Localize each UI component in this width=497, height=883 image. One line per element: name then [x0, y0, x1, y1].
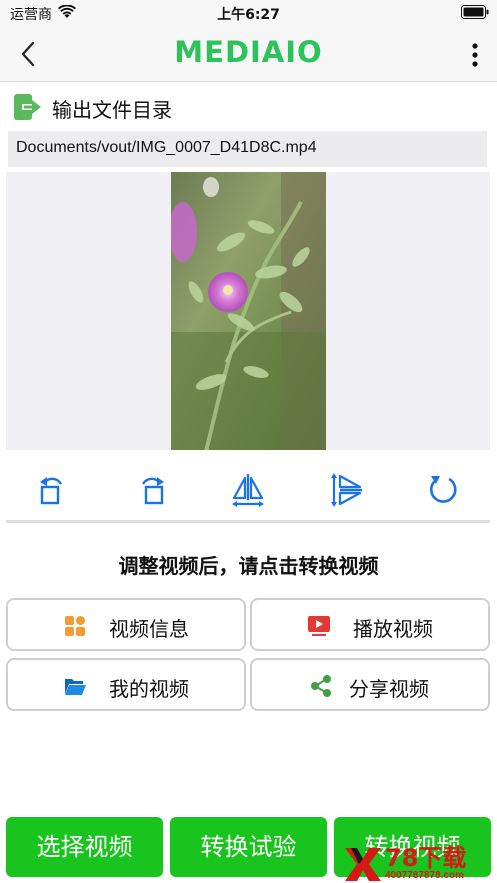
- rotate-left-icon[interactable]: [33, 470, 73, 510]
- output-directory-row[interactable]: 输出文件目录: [12, 92, 482, 122]
- output-path-field: Documents/vout/IMG_0007_D41D8C.mp4: [8, 131, 487, 167]
- export-icon: [14, 94, 41, 120]
- battery-icon: [461, 5, 489, 19]
- watermark-url: 4007787878.com: [385, 870, 464, 881]
- share-video-button[interactable]: 分享视频: [250, 658, 490, 711]
- my-videos-button[interactable]: 我的视频: [6, 658, 246, 711]
- convert-trial-button[interactable]: 转换试验: [170, 817, 327, 877]
- watermark-text: 78下载: [385, 844, 467, 872]
- share-icon: [311, 675, 331, 697]
- video-preview: [6, 172, 490, 450]
- video-info-label: 视频信息: [109, 617, 189, 641]
- section-divider: [6, 520, 490, 523]
- flip-vertical-icon[interactable]: [326, 470, 366, 510]
- instruction-text: 调整视频后，请点击转换视频: [118, 554, 379, 578]
- my-videos-label: 我的视频: [109, 677, 189, 701]
- status-bar: 运营商 上午6:27: [0, 0, 497, 26]
- navigation-bar: MEDIAIO: [0, 26, 497, 82]
- video-thumbnail: [171, 172, 326, 450]
- play-video-label: 播放视频: [353, 617, 433, 641]
- watermark-logo: 78下载 4007787878.com: [343, 846, 497, 883]
- play-video-icon: [308, 616, 330, 636]
- flip-horizontal-icon[interactable]: [228, 470, 268, 510]
- grid-icon: [65, 616, 85, 636]
- folder-open-icon: [65, 679, 86, 695]
- app-title: MEDIAIO: [174, 35, 323, 69]
- reset-icon[interactable]: [423, 470, 463, 510]
- output-directory-label: 输出文件目录: [52, 98, 172, 122]
- play-video-button[interactable]: 播放视频: [250, 598, 490, 651]
- watermark-x-icon: [345, 848, 381, 881]
- rotate-right-icon[interactable]: [131, 470, 171, 510]
- transform-toolbar: [0, 470, 497, 512]
- share-video-label: 分享视频: [349, 677, 429, 701]
- more-vertical-icon[interactable]: [467, 42, 483, 68]
- video-info-button[interactable]: 视频信息: [6, 598, 246, 651]
- select-video-button[interactable]: 选择视频: [6, 817, 163, 877]
- clock-time: 上午6:27: [217, 7, 280, 23]
